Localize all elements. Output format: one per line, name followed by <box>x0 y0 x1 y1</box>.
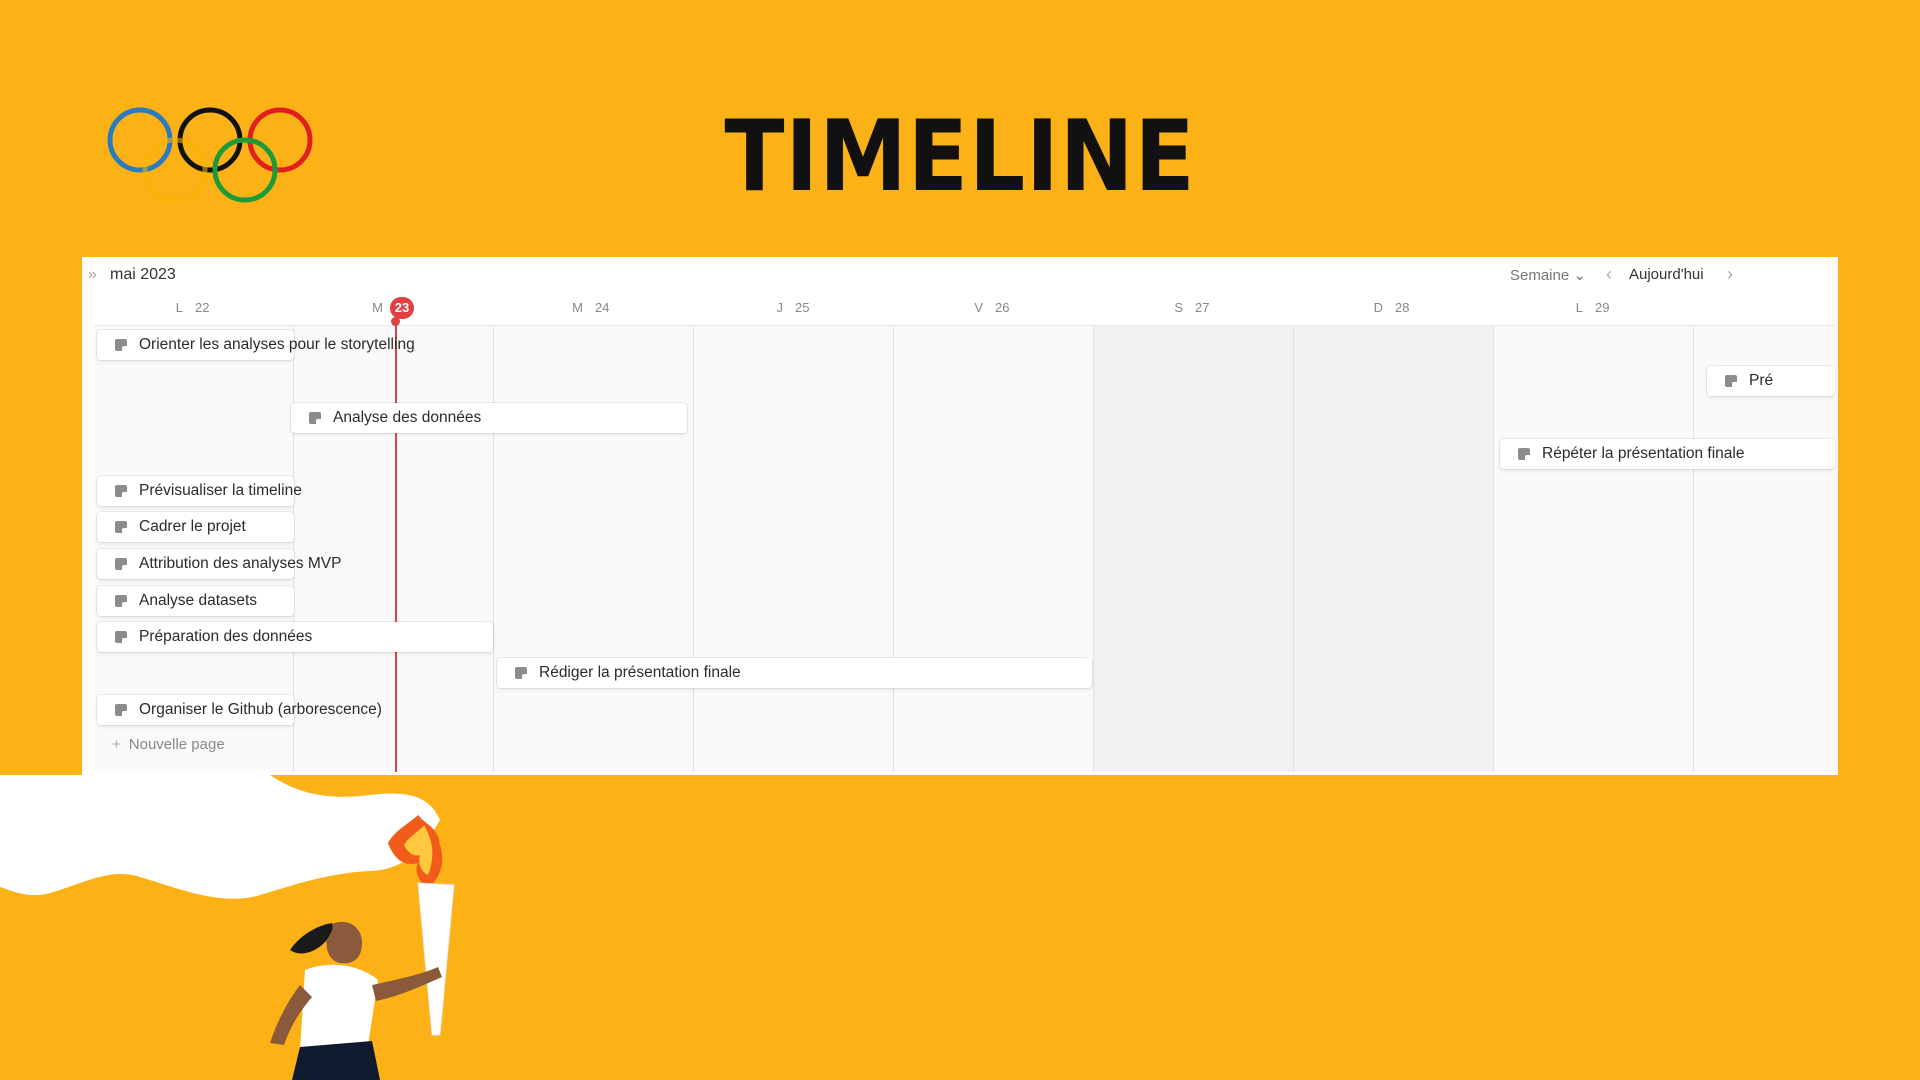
task-label: Cadrer le projet <box>139 518 246 535</box>
task-bar[interactable]: Préparation des données <box>97 622 493 652</box>
day-header-cell: D 28 <box>1294 297 1494 323</box>
task-bar[interactable]: Prévisualiser la timeline <box>97 476 302 506</box>
task-bar[interactable]: Analyse des données <box>291 403 687 433</box>
page-icon <box>115 704 127 716</box>
task-bar[interactable]: Orienter les analyses pour le storytelli… <box>97 330 415 360</box>
day-letter: D <box>1373 300 1383 315</box>
page-icon <box>115 595 127 607</box>
today-button[interactable]: Aujourd'hui <box>1629 266 1704 283</box>
today-badge: 23 <box>390 297 414 319</box>
page-icon <box>115 631 127 643</box>
day-number: 29 <box>1595 300 1610 315</box>
weekend-column <box>1094 326 1294 772</box>
plus-icon: + <box>112 736 121 753</box>
chevron-right-icon[interactable]: › <box>1727 264 1733 285</box>
day-letter: L <box>175 300 183 315</box>
task-label: Préparation des données <box>139 628 313 645</box>
weekend-column <box>1294 326 1494 772</box>
day-number: 24 <box>595 300 610 315</box>
page-icon <box>309 412 321 424</box>
today-marker-dot <box>391 317 400 326</box>
task-bar[interactable]: Organiser le Github (arborescence) <box>97 695 382 725</box>
task-label: Répéter la présentation finale <box>1542 445 1745 462</box>
day-header-cell: V 26 <box>894 297 1094 323</box>
timeline-view: » mai 2023 Semaine ⌄ ‹ Aujourd'hui › L 2… <box>82 257 1838 775</box>
view-select-label: Semaine <box>1510 267 1570 284</box>
timeline-grid: Orienter les analyses pour le storytelli… <box>94 317 1835 772</box>
day-column <box>1494 326 1694 772</box>
task-label: Pré <box>1749 372 1774 389</box>
task-label: Orienter les analyses pour le storytelli… <box>139 336 415 353</box>
task-label: Analyse datasets <box>139 592 258 609</box>
task-label: Organiser le Github (arborescence) <box>139 701 382 718</box>
task-label: Analyse des données <box>333 409 482 426</box>
task-bar[interactable]: Attribution des analyses MVP <box>97 549 341 579</box>
day-header-cell: L 29 <box>1494 297 1694 323</box>
day-letter: J <box>776 300 784 315</box>
day-number: 27 <box>1195 300 1210 315</box>
day-header-cell: M 24 <box>494 297 694 323</box>
task-label: Prévisualiser la timeline <box>139 482 302 499</box>
new-page-button[interactable]: + Nouvelle page <box>112 736 225 753</box>
page-icon <box>115 558 127 570</box>
torch-bearer-illustration <box>0 775 455 1080</box>
page-icon <box>1725 375 1737 387</box>
task-bar[interactable]: Analyse datasets <box>97 586 294 616</box>
view-select[interactable]: Semaine ⌄ <box>1510 266 1586 284</box>
day-letter: L <box>1575 300 1583 315</box>
day-header-cell: L 22 <box>94 297 294 323</box>
day-header-cell: J 25 <box>694 297 894 323</box>
day-number: 26 <box>995 300 1010 315</box>
task-bar[interactable]: Pré <box>1707 366 1835 396</box>
chevron-down-icon: ⌄ <box>1573 267 1586 284</box>
day-column <box>894 326 1094 772</box>
day-header-cell: S 27 <box>1094 297 1294 323</box>
slide-title: TIMELINE <box>724 100 1196 214</box>
day-letter: M <box>372 300 383 315</box>
task-bar[interactable]: Cadrer le projet <box>97 512 294 542</box>
day-column <box>494 326 694 772</box>
page-icon <box>115 521 127 533</box>
day-letter: M <box>572 300 583 315</box>
day-number: 22 <box>195 300 210 315</box>
new-page-label: Nouvelle page <box>128 736 225 753</box>
chevrons-right-icon[interactable]: » <box>88 266 97 284</box>
page-icon <box>515 667 527 679</box>
task-bar[interactable]: Rédiger la présentation finale <box>497 658 1092 688</box>
day-column <box>694 326 894 772</box>
day-number: 25 <box>795 300 810 315</box>
page-icon <box>115 485 127 497</box>
day-header: L 22 M 23 M 24 J 25 V 26 S 27 D 28 L 29 <box>94 297 1834 323</box>
today-marker-line <box>395 320 397 772</box>
day-letter: V <box>974 300 983 315</box>
task-label: Rédiger la présentation finale <box>539 664 741 681</box>
page-icon <box>1518 448 1530 460</box>
day-letter: S <box>1174 300 1183 315</box>
day-number: 28 <box>1395 300 1410 315</box>
task-label: Attribution des analyses MVP <box>139 555 342 572</box>
chevron-left-icon[interactable]: ‹ <box>1606 264 1612 285</box>
task-bar[interactable]: Répéter la présentation finale <box>1500 439 1835 469</box>
page-icon <box>115 339 127 351</box>
timeline-month: mai 2023 <box>110 266 176 283</box>
